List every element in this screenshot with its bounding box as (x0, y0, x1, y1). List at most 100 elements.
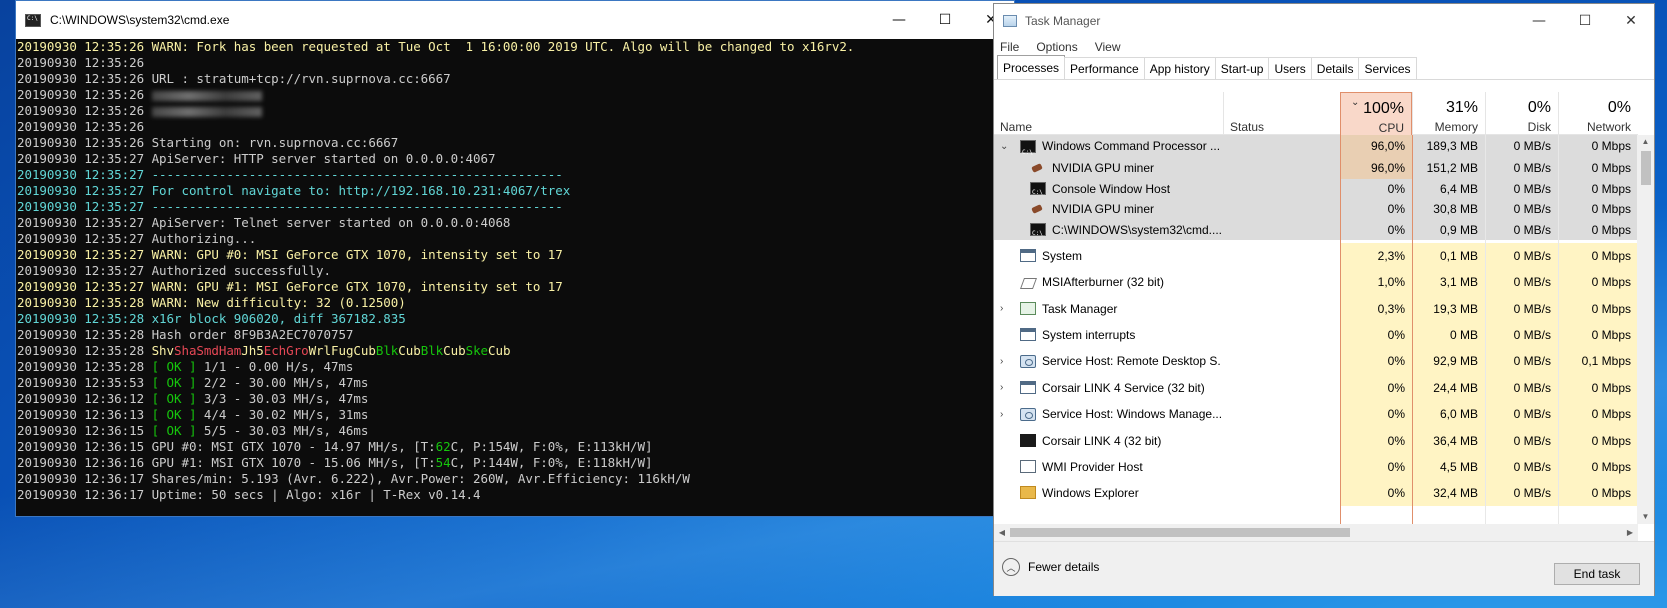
process-row[interactable]: System interrupts 0% 0 MB 0 MB/s 0 Mbps (994, 322, 1638, 348)
tm-minimize-button[interactable]: — (1516, 4, 1562, 37)
console-timestamp: 20190930 12:35:28 (17, 327, 152, 342)
console-text: ApiServer: Telnet server started on 0.0.… (151, 215, 511, 230)
tab-app-history[interactable]: App history (1143, 57, 1216, 79)
tab-performance[interactable]: Performance (1064, 57, 1145, 79)
process-table-header: Name Status ⌄ 100% CPU 31% Memory 0% Dis… (994, 92, 1638, 135)
process-cpu-value: 0% (1387, 182, 1405, 196)
console-text: x16r block 906020, diff 367182.835 (151, 311, 406, 326)
end-task-button[interactable]: End task (1554, 563, 1640, 585)
process-row[interactable]: › Service Host: Windows Manage... 0% 6,0 MB… (994, 401, 1638, 428)
process-row[interactable]: WMI Provider Host 0% 4,5 MB 0 MB/s 0 Mbps (994, 454, 1638, 480)
console-line: 20190930 12:35:28 WARN: New difficulty: … (17, 295, 996, 311)
disk-label: Disk (1527, 120, 1551, 134)
cmd-window-title: C:\WINDOWS\system32\cmd.exe (50, 13, 230, 27)
cmd-app-icon (1030, 182, 1046, 203)
process-row[interactable]: Windows Explorer 0% 32,4 MB 0 MB/s 0 Mbps (994, 480, 1638, 506)
process-disk-value: 0 MB/s (1513, 486, 1551, 500)
console-line: 20190930 12:35:28 ShvShaSmdHamJh5EchGroW… (17, 343, 996, 359)
process-name: MSIAfterburner (32 bit) (1042, 275, 1165, 289)
process-row[interactable]: Console Window Host 0% 6,4 MB 0 MB/s 0 Mbps (994, 179, 1638, 203)
tm-scroll-down-icon[interactable]: ▼ (1637, 510, 1654, 524)
tab-startup[interactable]: Start-up (1214, 57, 1270, 79)
process-row[interactable]: MSIAfterburner (32 bit) 1,0% 3,1 MB 0 MB/s 0… (994, 269, 1638, 296)
console-line: 20190930 12:35:27 For control navigate t… (17, 183, 996, 199)
expand-chevron-icon[interactable]: › (1000, 401, 1003, 428)
console-timestamp: 20190930 12:36:12 (17, 391, 152, 406)
column-divider (1412, 135, 1413, 524)
process-mem-value: 92,9 MB (1433, 354, 1478, 368)
console-line: 20190930 12:35:26 (17, 103, 996, 119)
console-line: 20190930 12:35:28 x16r block 906020, dif… (17, 311, 996, 327)
tm-scroll-up-icon[interactable]: ▲ (1637, 135, 1654, 149)
console-timestamp: 20190930 12:35:26 (17, 71, 152, 86)
console-line: 20190930 12:35:26 (17, 119, 996, 135)
process-disk-value: 0 MB/s (1513, 249, 1551, 263)
console-timestamp: 20190930 12:35:26 (17, 39, 152, 54)
console-text: WARN: Fork has been requested at Tue Oct… (151, 39, 855, 54)
process-net-value: 0 Mbps (1591, 202, 1631, 216)
column-cpu[interactable]: ⌄ 100% CPU (1340, 92, 1412, 135)
tab-users[interactable]: Users (1268, 57, 1312, 79)
process-name: Console Window Host (1052, 182, 1171, 196)
tm-title-bar[interactable]: Task Manager — ☐ ✕ (994, 4, 1654, 37)
console-text: C, P:144W, F:0%, E:118kH/W] (450, 455, 653, 470)
tm-close-button[interactable]: ✕ (1608, 4, 1654, 37)
tm-scrollbar-thumb[interactable] (1641, 151, 1651, 185)
process-row[interactable]: Corsair LINK 4 (32 bit) 0% 36,4 MB 0 MB/s 0 … (994, 428, 1638, 454)
tm-scroll-right-icon[interactable]: ▶ (1622, 524, 1638, 541)
console-text: WARN: New difficulty: 32 (0.12500) (151, 295, 406, 310)
tm-hscroll-thumb[interactable] (1010, 528, 1350, 537)
cmd-app-icon (1020, 139, 1036, 164)
process-cpu-value: 0% (1387, 434, 1405, 448)
fewer-details-label: Fewer details (1028, 560, 1100, 574)
console-text: For control navigate to: http://192.168.… (151, 183, 571, 198)
menu-options[interactable]: Options (1036, 37, 1077, 57)
expand-chevron-icon[interactable]: › (1000, 348, 1003, 375)
process-row[interactable]: NVIDIA GPU miner 0% 30,8 MB 0 MB/s 0 Mbps (994, 199, 1638, 220)
nv-app-icon (1030, 203, 1046, 216)
tab-services[interactable]: Services (1358, 57, 1417, 79)
process-disk-value: 0 MB/s (1513, 161, 1551, 175)
column-network[interactable]: 0% Network (1558, 92, 1638, 135)
tm-horizontal-scrollbar[interactable]: ◀ ▶ (994, 524, 1638, 541)
minimize-button[interactable]: — (876, 1, 922, 39)
process-row[interactable]: › Corsair LINK 4 Service (32 bit) 0% 24,4 M… (994, 375, 1638, 401)
console-line: 20190930 12:36:15 [ OK ] 5/5 - 30.03 MH/… (17, 423, 996, 439)
console-text: ----------------------------------------… (151, 167, 563, 182)
process-cpu-value: 1,0% (1377, 275, 1405, 289)
console-output[interactable]: 20190930 12:35:26 WARN: Fork has been re… (16, 39, 996, 516)
expand-chevron-icon[interactable]: › (1000, 296, 1003, 322)
console-text: Shares/min: 5.193 (Avr. 6.222), Avr.Powe… (151, 471, 690, 486)
tab-processes[interactable]: Processes (997, 55, 1066, 79)
console-timestamp: 20190930 12:36:13 (17, 407, 152, 422)
process-net-value: 0 Mbps (1591, 407, 1631, 421)
process-row[interactable]: ⌄ Windows Command Processor ... 96,0% 189,3… (994, 135, 1638, 164)
process-row[interactable]: NVIDIA GPU miner 96,0% 151,2 MB 0 MB/s 0 Mbp… (994, 158, 1638, 179)
column-disk[interactable]: 0% Disk (1485, 92, 1558, 135)
maximize-button[interactable]: ☐ (922, 1, 968, 39)
menu-file[interactable]: File (1000, 37, 1019, 57)
console-timestamp: 20190930 12:35:28 (17, 311, 152, 326)
tm-maximize-button[interactable]: ☐ (1562, 4, 1608, 37)
console-text: EchGro (263, 343, 309, 358)
console-text: [ OK ] (151, 407, 197, 422)
tm-scroll-left-icon[interactable]: ◀ (994, 524, 1010, 541)
column-status[interactable]: Status (1223, 92, 1340, 135)
expand-chevron-icon[interactable]: ⌄ (1000, 135, 1008, 158)
expand-chevron-icon[interactable]: › (1000, 375, 1003, 401)
column-name[interactable]: Name (994, 92, 1223, 135)
console-line: 20190930 12:35:26 WARN: Fork has been re… (17, 39, 996, 55)
column-memory[interactable]: 31% Memory (1412, 92, 1485, 135)
tm-vertical-scrollbar[interactable]: ▲ ▼ (1637, 135, 1654, 524)
process-row[interactable]: › Service Host: Remote Desktop S... 0% 92,9… (994, 348, 1638, 375)
console-text: [ OK ] (151, 375, 197, 390)
process-row[interactable]: › Task Manager 0,3% 19,3 MB 0 MB/s 0 Mbps (994, 296, 1638, 322)
menu-view[interactable]: View (1095, 37, 1121, 57)
process-row[interactable]: System 2,3% 0,1 MB 0 MB/s 0 Mbps (994, 243, 1638, 269)
tab-details[interactable]: Details (1310, 57, 1360, 79)
process-name: Service Host: Windows Manage... (1042, 407, 1221, 421)
fewer-details-button[interactable]: ︿ Fewer details (1002, 558, 1099, 576)
cmd-title-bar[interactable]: C:\WINDOWS\system32\cmd.exe — ☐ ✕ (16, 1, 1014, 39)
process-row[interactable]: C:\WINDOWS\system32\cmd.... 0% 0,9 MB 0 MB/… (994, 220, 1638, 244)
chevron-up-icon: ︿ (1002, 558, 1020, 576)
